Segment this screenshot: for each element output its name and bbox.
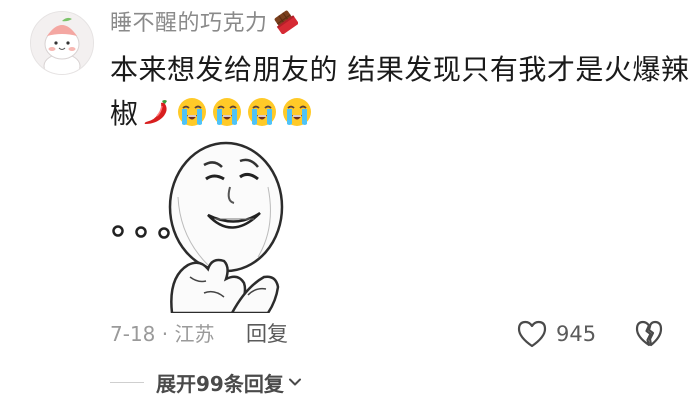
username-row: 睡不醒的巧克力 [110, 6, 298, 36]
reply-button[interactable]: 回复 [246, 318, 288, 350]
chevron-down-icon [288, 378, 301, 386]
comment-meta-row: 7-18 · 江苏 回复 945 [110, 318, 670, 350]
broken-heart-icon[interactable] [634, 319, 664, 349]
loudly-crying-face-icon [178, 98, 207, 126]
comment-text-line2-row: 椒 [110, 90, 313, 134]
date-location: 7-18 · 江苏 [110, 322, 215, 346]
loudly-crying-face-icon [213, 98, 242, 126]
comment-item: 睡不醒的巧克力 本来想发给朋友的 结果发现只有我才是火爆辣 椒 7-18 · 江… [0, 0, 690, 400]
like-button[interactable]: 945 [516, 318, 596, 350]
sticker-image[interactable] [108, 137, 284, 313]
heart-icon [517, 320, 547, 348]
comment-text-line2: 椒 [110, 97, 139, 130]
chocolate-icon [274, 10, 298, 34]
expand-replies-row: 展开99条回复 [110, 367, 303, 397]
loudly-crying-face-icon [248, 98, 277, 126]
divider [110, 381, 144, 383]
smiling-face-meme-sticker-icon [108, 137, 284, 313]
comment-text-line1: 本来想发给朋友的 结果发现只有我才是火爆辣 [110, 53, 690, 86]
expand-replies-button[interactable]: 展开99条回复 [156, 368, 303, 397]
username[interactable]: 睡不醒的巧克力 [110, 5, 268, 37]
loudly-crying-face-icon [283, 98, 312, 126]
avatar[interactable] [30, 11, 94, 75]
peach-cat-avatar-icon [31, 12, 93, 74]
like-count: 945 [556, 322, 597, 346]
expand-replies-label: 展开99条回复 [156, 371, 284, 396]
hot-pepper-icon [144, 100, 168, 124]
